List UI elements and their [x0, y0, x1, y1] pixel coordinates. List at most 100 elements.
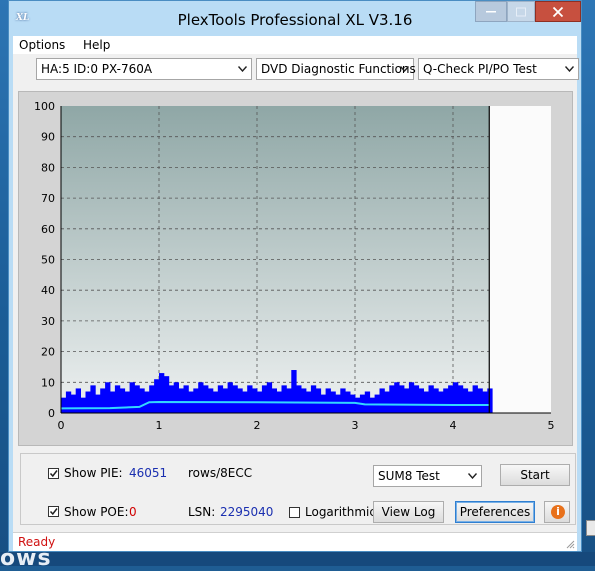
drive-select-value: HA:5 ID:0 PX-760A [41, 62, 153, 76]
pie-bar [443, 388, 449, 413]
menu-options[interactable]: Options [19, 38, 65, 52]
maximize-button[interactable] [507, 1, 535, 22]
poe-value: 0 [129, 505, 137, 519]
title-bar[interactable]: XL PlexTools Professional XL V3.16 [9, 1, 581, 36]
pie-bar [119, 388, 126, 413]
pie-bar [100, 388, 106, 413]
y-tick-label: 60 [41, 223, 55, 236]
pie-bar [227, 382, 233, 413]
y-tick-label: 20 [41, 346, 55, 359]
pie-bar [178, 388, 184, 413]
y-tick-label: 50 [41, 254, 55, 267]
chevron-down-icon [400, 66, 409, 72]
status-bar: Ready [13, 532, 577, 551]
test-select-value: Q-Check PI/PO Test [423, 62, 537, 76]
chevron-down-icon [468, 473, 477, 479]
pie-bar [335, 394, 341, 413]
preferences-button[interactable]: Preferences [455, 501, 535, 523]
function-select[interactable]: DVD Diagnostic Functions [256, 58, 416, 80]
pie-bar [296, 385, 302, 413]
pie-bar [173, 382, 179, 413]
x-tick-label: 0 [58, 419, 65, 432]
pie-bar [413, 385, 420, 413]
x-tick-label: 2 [254, 419, 261, 432]
pie-bar [340, 388, 346, 413]
pie-bar [85, 391, 91, 413]
pie-bar [163, 376, 170, 413]
info-icon: i [551, 505, 565, 519]
resize-grip-icon[interactable] [565, 539, 575, 549]
x-tick-label: 3 [352, 419, 359, 432]
y-tick-label: 70 [41, 192, 55, 205]
pie-bar [291, 370, 297, 413]
y-tick-label: 90 [41, 131, 55, 144]
pie-bar [168, 385, 175, 413]
menu-help[interactable]: Help [83, 38, 110, 52]
pie-bar [217, 385, 224, 413]
pie-bar [124, 391, 130, 413]
close-icon [552, 6, 564, 17]
pie-bar [149, 385, 155, 413]
pie-bar [159, 373, 165, 413]
y-tick-label: 80 [41, 161, 55, 174]
checkmark-icon [49, 470, 58, 478]
pie-bar [75, 388, 81, 413]
pie-bar [183, 385, 189, 413]
test-type-select[interactable]: SUM8 Test [373, 465, 482, 487]
x-tick-label: 4 [450, 419, 457, 432]
rows-label: rows/8ECC [188, 466, 253, 480]
desktop-taskbar-area: ows [0, 546, 595, 571]
x-tick-label: 1 [156, 419, 163, 432]
pie-bar [457, 385, 464, 413]
chevron-down-icon [238, 66, 247, 72]
pie-bar [286, 388, 292, 413]
pie-bar [266, 382, 273, 413]
pie-bar [310, 385, 317, 413]
pie-bar [418, 388, 424, 413]
chart-canvas: 0 10 20 30 40 50 60 70 80 90 100 0 1 2 3 4 5 [34, 100, 555, 432]
menu-bar: Options Help [13, 36, 577, 54]
show-pie-checkbox[interactable] [48, 468, 59, 479]
show-poe-label: Show POE: [64, 505, 129, 519]
pie-bar [193, 388, 199, 413]
pie-bar [399, 385, 405, 413]
status-text: Ready [18, 535, 56, 549]
pie-bar [438, 391, 444, 413]
pie-bar [453, 382, 459, 413]
pie-bar [467, 391, 473, 413]
pie-bar [477, 388, 483, 413]
logarithmic-checkbox[interactable] [289, 507, 300, 518]
pie-bar [114, 385, 121, 413]
pie-bar [281, 385, 287, 413]
pie-bar [325, 388, 331, 413]
pie-bar [208, 388, 214, 413]
pie-bar [462, 388, 469, 413]
info-button[interactable]: i [544, 501, 570, 523]
pie-bar [472, 385, 478, 413]
pie-bar [301, 388, 307, 413]
pie-bar [222, 388, 228, 413]
pie-bar [203, 385, 209, 413]
close-button[interactable] [535, 1, 581, 22]
start-button[interactable]: Start [500, 464, 570, 486]
drive-select[interactable]: HA:5 ID:0 PX-760A [36, 58, 252, 80]
pie-bar [423, 391, 429, 413]
pie-bar [261, 385, 268, 413]
pie-bar [237, 388, 243, 413]
test-select[interactable]: Q-Check PI/PO Test [418, 58, 579, 80]
plextools-window: XL PlexTools Professional XL V3.16 Optio… [8, 0, 582, 552]
x-tick-label: 5 [548, 419, 555, 432]
minimize-button[interactable] [475, 1, 507, 22]
y-tick-label: 0 [48, 407, 55, 420]
unread-area [489, 106, 551, 413]
show-poe-checkbox[interactable] [48, 506, 59, 517]
function-select-value: DVD Diagnostic Functions [261, 62, 416, 76]
view-log-button[interactable]: View Log [373, 501, 444, 523]
pie-bar [110, 391, 116, 413]
pie-bar [355, 397, 361, 413]
pie-bar [315, 388, 322, 413]
y-tick-label: 10 [41, 376, 55, 389]
pie-bar [433, 388, 439, 413]
pie-bar [408, 382, 415, 413]
pie-bar [61, 397, 67, 413]
